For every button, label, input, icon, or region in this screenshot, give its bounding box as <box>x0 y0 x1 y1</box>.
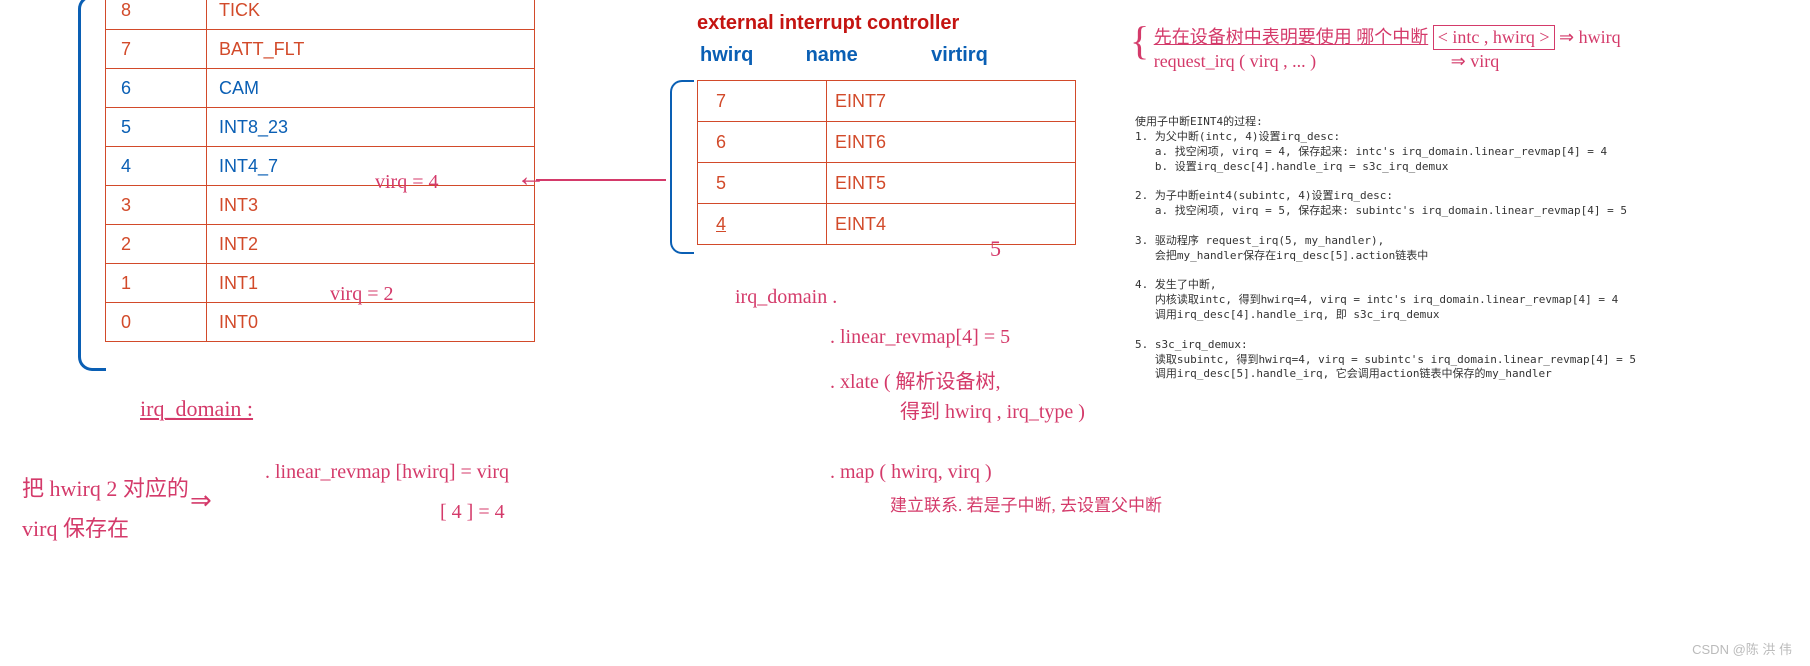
cell-idx: 8 <box>106 0 207 30</box>
ext-title: external interrupt controller <box>697 12 959 35</box>
annotation-intc-box: < intc , hwirq > <box>1433 25 1555 50</box>
table-row: 7BATT_FLT <box>106 30 535 69</box>
annotation-xlate-l1: . xlate ( 解析设备树, <box>830 370 1001 395</box>
annotation-tr-line1: 先在设备树中表明要使用 哪个中断 <box>1154 27 1429 47</box>
annotation-map-line1: 把 hwirq 2 对应的 <box>22 475 189 503</box>
table-row: 4INT4_7 <box>106 147 535 186</box>
cell-idx: 1 <box>106 264 207 303</box>
ext-bracket <box>670 80 694 254</box>
header-virtirq: virtirq <box>931 44 988 66</box>
interrupt-table: 8TICK7BATT_FLT6CAM5INT8_234INT4_73INT32I… <box>105 0 535 342</box>
cell-idx: 0 <box>106 303 207 342</box>
arrow-icon: ⇒ <box>190 485 212 518</box>
annotation-irq-domain-mid: irq_domain . <box>735 285 837 310</box>
annotation-map: . map ( hwirq, virq ) <box>830 460 992 485</box>
annotation-revmap-val: [ 4 ] = 4 <box>440 500 505 525</box>
table-row: 0INT0 <box>106 303 535 342</box>
cell-name: INT3 <box>207 186 535 225</box>
table-row: 2INT2 <box>106 225 535 264</box>
cell-idx: 5 <box>698 163 827 204</box>
cell-idx: 4 <box>698 204 827 245</box>
table-row: 5INT8_23 <box>106 108 535 147</box>
cell-idx: 6 <box>106 69 207 108</box>
annotation-virq2: virq = 2 <box>330 282 394 307</box>
annotation-map-note: 建立联系. 若是子中断, 去设置父中断 <box>890 495 1162 516</box>
cell-name: EINT6 <box>827 122 1076 163</box>
annotation-revmap-eq: . linear_revmap [hwirq] = virq <box>265 460 509 485</box>
notes-block: 使用子中断EINT4的过程: 1. 为父中断(intc, 4)设置irq_des… <box>1135 115 1636 382</box>
external-interrupt-table: 7EINT76EINT65EINT54EINT4 <box>697 80 1076 245</box>
cell-idx: 7 <box>698 81 827 122</box>
cell-name: TICK <box>207 0 535 30</box>
cell-name: INT4_7 <box>207 147 535 186</box>
cell-name: CAM <box>207 69 535 108</box>
header-name: name <box>806 44 926 67</box>
cell-name: EINT7 <box>827 81 1076 122</box>
annotation-xlate-l2: 得到 hwirq , irq_type ) <box>900 400 1085 425</box>
cell-name: BATT_FLT <box>207 30 535 69</box>
annotation-linear-revmap: . linear_revmap[4] = 5 <box>830 325 1010 350</box>
table-row: 4EINT4 <box>698 204 1076 245</box>
annotation-map-line2: virq 保存在 <box>22 515 129 543</box>
annotation-to-virq: ⇒ virq <box>1451 51 1500 71</box>
ext-headers: hwirq name virtirq <box>700 44 988 67</box>
annotation-tr-line2: request_irq ( virq , ... ) <box>1154 51 1316 71</box>
watermark: CSDN @陈 洪 伟 <box>1692 639 1792 658</box>
table-row: 8TICK <box>106 0 535 30</box>
table-row: 3INT3 <box>106 186 535 225</box>
cell-idx: 4 <box>106 147 207 186</box>
cell-name: EINT4 <box>827 204 1076 245</box>
arrow-left <box>516 160 666 194</box>
annotation-virq4: virq = 4 <box>375 170 439 195</box>
cell-name: INT8_23 <box>207 108 535 147</box>
header-hwirq: hwirq <box>700 44 800 67</box>
table-row: 5EINT5 <box>698 163 1076 204</box>
table-row: 1INT1 <box>106 264 535 303</box>
table-row: 6EINT6 <box>698 122 1076 163</box>
annotation-five: 5 <box>990 235 1001 263</box>
brace-icon: { <box>1130 18 1149 63</box>
cell-idx: 6 <box>698 122 827 163</box>
cell-idx: 3 <box>106 186 207 225</box>
left-bracket <box>78 0 106 371</box>
table-row: 7EINT7 <box>698 81 1076 122</box>
cell-name: INT0 <box>207 303 535 342</box>
table-row: 6CAM <box>106 69 535 108</box>
cell-idx: 2 <box>106 225 207 264</box>
annotation-to-hwirq: ⇒ hwirq <box>1559 27 1621 47</box>
annotation-irq-domain-left: irq_domain : <box>140 395 253 423</box>
annotation-top-right: { 先在设备树中表明要使用 哪个中断 < intc , hwirq > ⇒ hw… <box>1130 25 1621 72</box>
cell-idx: 5 <box>106 108 207 147</box>
cell-name: INT2 <box>207 225 535 264</box>
cell-name: EINT5 <box>827 163 1076 204</box>
cell-idx: 7 <box>106 30 207 69</box>
